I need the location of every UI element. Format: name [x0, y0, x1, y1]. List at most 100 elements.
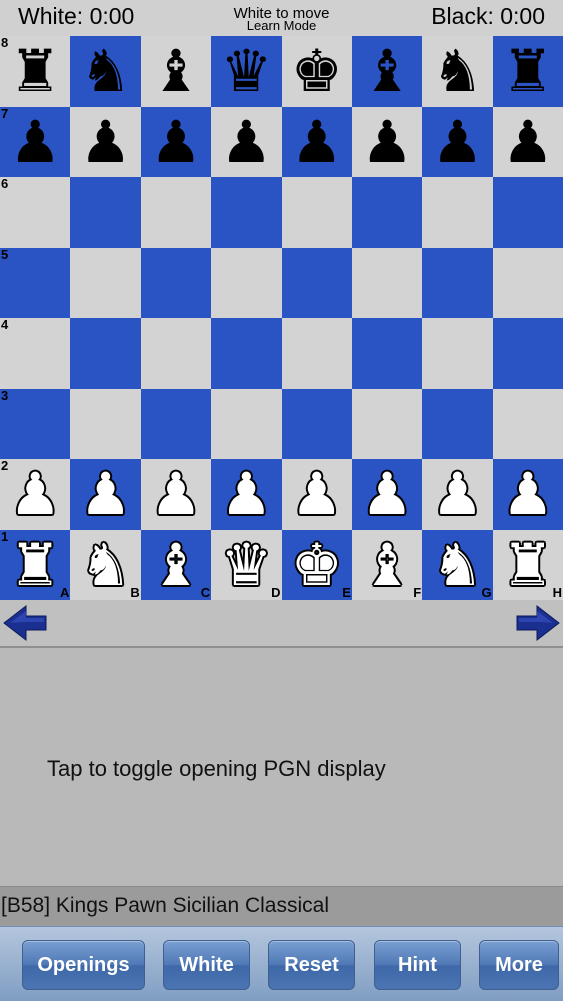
square-b5[interactable] — [70, 247, 141, 318]
square-e3[interactable] — [281, 388, 352, 459]
black-pawn-icon[interactable]: ♟ — [220, 113, 272, 171]
square-e2[interactable]: ♟ — [281, 459, 352, 530]
square-f7[interactable]: ♟ — [351, 106, 423, 177]
square-h8[interactable]: ♜ — [492, 36, 563, 107]
black-bishop-icon[interactable]: ♝ — [361, 42, 413, 100]
black-pawn-icon[interactable]: ♟ — [291, 113, 343, 171]
chess-board[interactable]: ♜ 8 ♞ ♝ ♛ ♚ ♝ ♞ ♜ ♟ 7 ♟ ♟ ♟ ♟ ♟ ♟ ♟ 6 5 4 3 ♟ 2 ♟ ♟ ♟ ♟ ♟ ♟ ♟ ♜ 1 A ♞ B ♝ C ♛ D… — [0, 36, 563, 600]
square-a4[interactable]: 4 — [0, 318, 71, 389]
square-a6[interactable]: 6 — [0, 177, 71, 248]
square-f2[interactable]: ♟ — [351, 459, 423, 530]
black-knight-icon[interactable]: ♞ — [431, 42, 483, 100]
square-c4[interactable] — [140, 318, 212, 389]
square-d1[interactable]: ♛ D — [211, 529, 282, 600]
square-h6[interactable] — [492, 177, 563, 248]
square-f5[interactable] — [351, 247, 423, 318]
white-pawn-icon[interactable]: ♟ — [431, 465, 483, 523]
black-pawn-icon[interactable]: ♟ — [502, 113, 554, 171]
square-g7[interactable]: ♟ — [422, 106, 493, 177]
square-b3[interactable] — [70, 388, 141, 459]
square-a1[interactable]: ♜ 1 A — [0, 529, 71, 600]
square-a3[interactable]: 3 — [0, 388, 71, 459]
black-pawn-icon[interactable]: ♟ — [150, 113, 202, 171]
square-a2[interactable]: ♟ 2 — [0, 459, 71, 530]
square-e4[interactable] — [281, 318, 352, 389]
reset-button[interactable]: Reset — [268, 940, 355, 990]
square-g3[interactable] — [422, 388, 493, 459]
pgn-toggle-text[interactable]: Tap to toggle opening PGN display — [47, 756, 386, 782]
white-pawn-icon[interactable]: ♟ — [150, 465, 202, 523]
square-e8[interactable]: ♚ — [281, 36, 352, 107]
square-c3[interactable] — [140, 388, 212, 459]
square-b7[interactable]: ♟ — [70, 106, 141, 177]
openings-button[interactable]: Openings — [22, 940, 145, 990]
square-d6[interactable] — [211, 177, 282, 248]
square-h3[interactable] — [492, 388, 563, 459]
square-b1[interactable]: ♞ B — [70, 529, 141, 600]
square-d8[interactable]: ♛ — [211, 36, 282, 107]
square-g1[interactable]: ♞ G — [422, 529, 493, 600]
white-bishop-icon[interactable]: ♝ — [361, 536, 413, 594]
square-g8[interactable]: ♞ — [422, 36, 493, 107]
white-pawn-icon[interactable]: ♟ — [80, 465, 132, 523]
square-h4[interactable] — [492, 318, 563, 389]
square-e5[interactable] — [281, 247, 352, 318]
square-b2[interactable]: ♟ — [70, 459, 141, 530]
black-bishop-icon[interactable]: ♝ — [150, 42, 202, 100]
white-king-icon[interactable]: ♚ — [291, 536, 343, 594]
square-c1[interactable]: ♝ C — [140, 529, 212, 600]
square-f1[interactable]: ♝ F — [351, 529, 423, 600]
square-d5[interactable] — [211, 247, 282, 318]
black-rook-icon[interactable]: ♜ — [9, 42, 61, 100]
hint-button[interactable]: Hint — [374, 940, 461, 990]
black-king-icon[interactable]: ♚ — [291, 42, 343, 100]
square-e7[interactable]: ♟ — [281, 106, 352, 177]
white-pawn-icon[interactable]: ♟ — [361, 465, 413, 523]
square-c6[interactable] — [140, 177, 212, 248]
black-pawn-icon[interactable]: ♟ — [361, 113, 413, 171]
white-rook-icon[interactable]: ♜ — [9, 536, 61, 594]
black-pawn-icon[interactable]: ♟ — [9, 113, 61, 171]
white-pawn-icon[interactable]: ♟ — [9, 465, 61, 523]
square-h7[interactable]: ♟ — [492, 106, 563, 177]
arrow-right-icon[interactable] — [513, 603, 561, 643]
square-c5[interactable] — [140, 247, 212, 318]
square-e6[interactable] — [281, 177, 352, 248]
square-b6[interactable] — [70, 177, 141, 248]
square-b8[interactable]: ♞ — [70, 36, 141, 107]
square-d3[interactable] — [211, 388, 282, 459]
square-c7[interactable]: ♟ — [140, 106, 212, 177]
white-button[interactable]: White — [163, 940, 250, 990]
white-pawn-icon[interactable]: ♟ — [220, 465, 272, 523]
square-f6[interactable] — [351, 177, 423, 248]
white-queen-icon[interactable]: ♛ — [220, 536, 272, 594]
square-f4[interactable] — [351, 318, 423, 389]
square-g5[interactable] — [422, 247, 493, 318]
white-bishop-icon[interactable]: ♝ — [150, 536, 202, 594]
black-pawn-icon[interactable]: ♟ — [431, 113, 483, 171]
square-h5[interactable] — [492, 247, 563, 318]
square-a5[interactable]: 5 — [0, 247, 71, 318]
square-d2[interactable]: ♟ — [211, 459, 282, 530]
white-pawn-icon[interactable]: ♟ — [502, 465, 554, 523]
square-h1[interactable]: ♜ H — [492, 529, 563, 600]
square-a7[interactable]: ♟ 7 — [0, 106, 71, 177]
square-h2[interactable]: ♟ — [492, 459, 563, 530]
more-button[interactable]: More — [479, 940, 559, 990]
square-b4[interactable] — [70, 318, 141, 389]
square-f3[interactable] — [351, 388, 423, 459]
square-a8[interactable]: ♜ 8 — [0, 36, 71, 107]
black-queen-icon[interactable]: ♛ — [220, 42, 272, 100]
white-knight-icon[interactable]: ♞ — [431, 536, 483, 594]
square-c2[interactable]: ♟ — [140, 459, 212, 530]
square-g6[interactable] — [422, 177, 493, 248]
square-g2[interactable]: ♟ — [422, 459, 493, 530]
white-pawn-icon[interactable]: ♟ — [291, 465, 343, 523]
square-d7[interactable]: ♟ — [211, 106, 282, 177]
white-rook-icon[interactable]: ♜ — [502, 536, 554, 594]
square-c8[interactable]: ♝ — [140, 36, 212, 107]
arrow-left-icon[interactable] — [2, 603, 50, 643]
square-e1[interactable]: ♚ E — [281, 529, 352, 600]
pgn-display-area[interactable]: Tap to toggle opening PGN display — [0, 648, 563, 886]
square-d4[interactable] — [211, 318, 282, 389]
